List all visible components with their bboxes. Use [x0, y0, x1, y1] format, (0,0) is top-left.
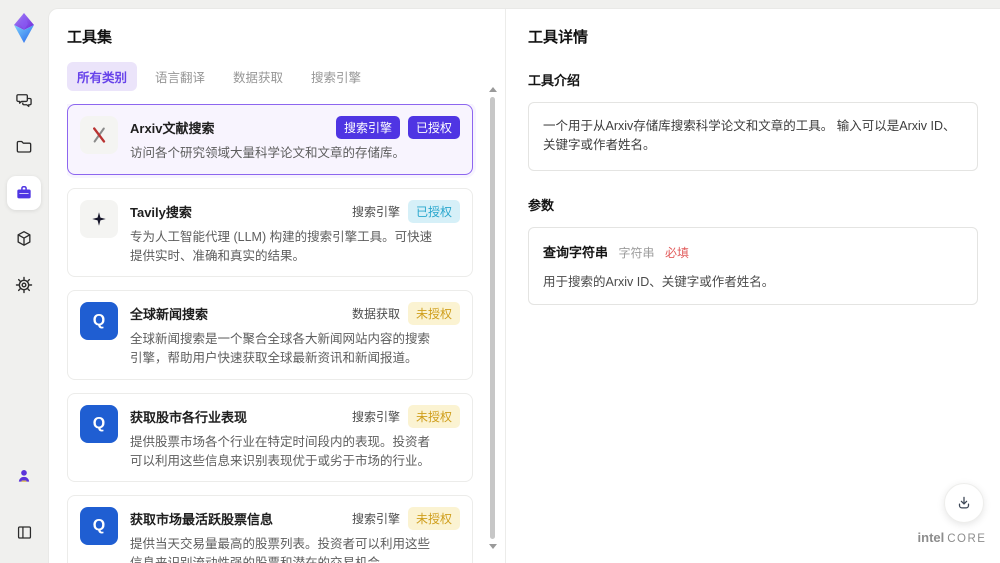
cube-icon: [17, 231, 31, 246]
tab-language-translation[interactable]: 语言翻译: [145, 62, 215, 91]
collapse-sidebar-button[interactable]: [7, 515, 41, 549]
category-label: 搜索引擎: [351, 204, 400, 219]
tool-name: 获取股市各行业表现: [130, 409, 248, 425]
list-scrollbar[interactable]: [488, 87, 498, 549]
user-avatar[interactable]: [7, 459, 41, 493]
gem-logo-icon: [14, 13, 34, 43]
status-badge-unauthorized: 未授权: [407, 507, 460, 531]
tool-name: 全球新闻搜索: [130, 307, 209, 323]
tool-name: Arxiv文献搜索: [130, 121, 215, 136]
gear-icon: [15, 276, 33, 294]
avatar-icon: [18, 470, 30, 482]
status-badge-authorized: 已授权: [407, 116, 460, 139]
sidebar-rail: [0, 0, 48, 563]
sidebar-item-packages[interactable]: [7, 222, 41, 256]
sparkle-icon: [80, 199, 118, 238]
sidebar-item-toolset[interactable]: [7, 176, 41, 210]
category-badge: 搜索引擎: [335, 116, 400, 139]
chat-icon: [16, 94, 32, 108]
sidebar-item-chat[interactable]: [7, 84, 41, 118]
tab-data-fetch[interactable]: 数据获取: [223, 62, 293, 91]
tool-description: 访问各个研究领域大量科学论文和文章的存储库。: [130, 146, 406, 160]
scrollbar-thumb[interactable]: [490, 97, 495, 539]
page-title: 工具集: [67, 29, 113, 46]
tool-description: 提供当天交易量最高的股票列表。投资者可以利用这些信息来识别流动性强的股票和潜在的…: [130, 537, 431, 563]
tool-card-sector-performance[interactable]: Q 获取股市各行业表现 搜索引擎 未授权 提供股票市场各个行业在特定时间段内的表…: [67, 392, 473, 483]
status-badge-authorized: 已授权: [407, 199, 460, 223]
category-label: 数据获取: [351, 307, 400, 322]
tool-name: 获取市场最活跃股票信息: [130, 512, 274, 528]
tool-description: 全球新闻搜索是一个聚合全球各大新闻网站内容的搜索引擎，帮助用户快速获取全球最新资…: [130, 332, 431, 365]
download-button[interactable]: [944, 483, 984, 523]
brand-intel-text: intel: [917, 530, 945, 545]
folder-icon: [16, 140, 32, 153]
param-name: 查询字符串: [543, 244, 609, 260]
download-icon: [958, 496, 970, 509]
tool-list-pane: 工具集 所有类别 语言翻译 数据获取 搜索引擎 Arxiv文献搜索 搜索引擎 已…: [49, 9, 505, 563]
tool-detail-pane: 工具详情 工具介绍 一个用于从Arxiv存储库搜索科学论文和文章的工具。 输入可…: [505, 9, 1000, 563]
tool-card-global-news[interactable]: Q 全球新闻搜索 数据获取 未授权 全球新闻搜索是一个聚合全球各大新闻网站内容的…: [67, 290, 473, 380]
stock-tool-logo-icon: Q: [80, 507, 118, 546]
param-description: 用于搜索的Arxiv ID、关键字或作者姓名。: [543, 274, 775, 289]
collapse-panel-icon: [17, 525, 31, 539]
status-badge-unauthorized: 未授权: [407, 302, 460, 326]
tab-search-engine[interactable]: 搜索引擎: [301, 62, 371, 91]
scroll-up-arrow-icon[interactable]: [489, 87, 497, 92]
arxiv-logo-icon: [80, 116, 118, 154]
category-label: 搜索引擎: [351, 512, 400, 527]
main-panel: 工具集 所有类别 语言翻译 数据获取 搜索引擎 Arxiv文献搜索 搜索引擎 已…: [48, 8, 1000, 563]
tool-description: 提供股票市场各个行业在特定时间段内的表现。投资者可以利用这些信息来识别表现优于或…: [130, 434, 431, 468]
sidebar-item-settings[interactable]: [7, 268, 41, 302]
brand-core-text: CORE: [947, 533, 987, 545]
param-required-label: 必填: [664, 245, 689, 260]
toolbox-icon: [17, 186, 31, 199]
intro-heading: 工具介绍: [528, 73, 581, 88]
params-heading: 参数: [528, 197, 555, 213]
tool-name: Tavily搜索: [130, 204, 192, 220]
tab-all-categories[interactable]: 所有类别: [67, 62, 138, 91]
app-logo[interactable]: [7, 10, 41, 46]
scroll-down-arrow-icon[interactable]: [489, 544, 497, 549]
intro-box: 一个用于从Arxiv存储库搜索科学论文和文章的工具。 输入可以是Arxiv ID…: [528, 102, 978, 171]
detail-title: 工具详情: [528, 29, 589, 46]
tool-card-tavily[interactable]: Tavily搜索 搜索引擎 已授权 专为人工智能代理 (LLM) 构建的搜索引擎…: [67, 187, 473, 278]
stock-tool-logo-icon: Q: [80, 404, 118, 443]
intel-core-logo: intel CORE: [910, 529, 994, 547]
category-tabs: 所有类别 语言翻译 数据获取 搜索引擎: [67, 62, 487, 91]
param-type: 字符串: [618, 245, 655, 260]
param-box: 查询字符串 字符串 必填 用于搜索的Arxiv ID、关键字或作者姓名。: [528, 226, 978, 305]
tool-list: Arxiv文献搜索 搜索引擎 已授权 访问各个研究领域大量科学论文和文章的存储库…: [67, 104, 487, 563]
intro-text: 一个用于从Arxiv存储库搜索科学论文和文章的工具。 输入可以是Arxiv ID…: [543, 119, 956, 153]
category-label: 搜索引擎: [351, 409, 400, 424]
tool-card-active-stocks[interactable]: Q 获取市场最活跃股票信息 搜索引擎 未授权 提供当天交易量最高的股票列表。投资…: [67, 495, 473, 563]
tool-description: 专为人工智能代理 (LLM) 构建的搜索引擎工具。可快速提供实时、准确和真实的结…: [130, 229, 433, 263]
status-badge-unauthorized: 未授权: [407, 404, 460, 428]
sidebar-item-files[interactable]: [7, 130, 41, 164]
param-header: 查询字符串 字符串 必填: [543, 242, 963, 262]
news-tool-logo-icon: Q: [80, 302, 118, 341]
tool-card-arxiv[interactable]: Arxiv文献搜索 搜索引擎 已授权 访问各个研究领域大量科学论文和文章的存储库…: [67, 104, 473, 175]
